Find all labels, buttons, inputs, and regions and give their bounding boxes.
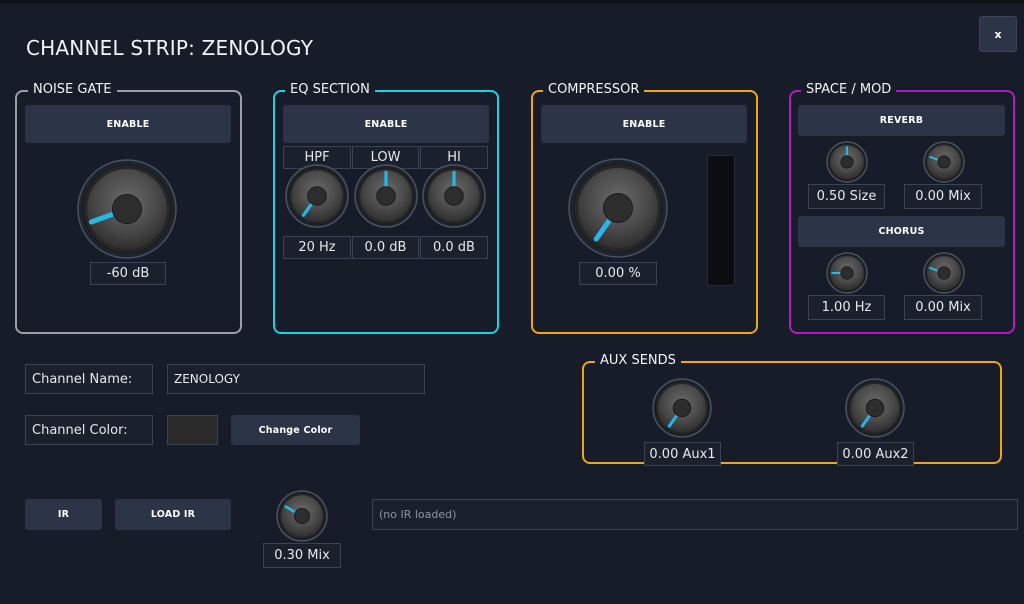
window-title: CHANNEL STRIP: ZENOLOGY bbox=[26, 36, 314, 60]
compressor-gain-reduction-meter bbox=[707, 155, 735, 286]
channel-name-input[interactable]: ZENOLOGY bbox=[167, 364, 425, 394]
knob-graphic bbox=[923, 252, 965, 294]
reverb-size-value: 0.50 Size bbox=[808, 184, 885, 209]
chorus-rate-value: 1.00 Hz bbox=[808, 295, 885, 320]
eq-low-value: 0.0 dB bbox=[352, 236, 419, 259]
change-color-button[interactable]: Change Color bbox=[231, 415, 360, 445]
eq-enable-button[interactable]: ENABLE bbox=[283, 105, 489, 143]
knob-graphic bbox=[652, 378, 712, 438]
compressor-enable-button[interactable]: ENABLE bbox=[541, 105, 747, 143]
aux2-value: 0.00 Aux2 bbox=[837, 442, 914, 466]
knob-graphic bbox=[422, 164, 486, 228]
compressor-legend: COMPRESSOR bbox=[543, 82, 645, 98]
eq-hi-knob[interactable] bbox=[422, 164, 486, 228]
channel-name-label: Channel Name: bbox=[25, 364, 153, 394]
channel-color-swatch[interactable] bbox=[167, 415, 218, 445]
close-button[interactable]: x bbox=[979, 16, 1017, 52]
noise-gate-enable-button[interactable]: ENABLE bbox=[25, 105, 231, 143]
chorus-button[interactable]: CHORUS bbox=[798, 216, 1005, 247]
aux-sends-legend: AUX SENDS bbox=[595, 353, 681, 369]
space-mod-legend: SPACE / MOD bbox=[801, 82, 897, 98]
noise-gate-legend: NOISE GATE bbox=[28, 82, 117, 98]
knob-graphic bbox=[77, 159, 177, 259]
reverb-button[interactable]: REVERB bbox=[798, 105, 1005, 136]
noise-gate-threshold-knob[interactable] bbox=[77, 159, 177, 259]
reverb-mix-value: 0.00 Mix bbox=[904, 184, 982, 209]
aux2-knob[interactable] bbox=[845, 378, 905, 438]
chorus-mix-value: 0.00 Mix bbox=[904, 295, 982, 320]
reverb-size-knob[interactable] bbox=[826, 141, 868, 183]
ir-mix-value: 0.30 Mix bbox=[263, 543, 341, 568]
knob-graphic bbox=[826, 252, 868, 294]
chorus-mix-knob[interactable] bbox=[923, 252, 965, 294]
channel-color-label: Channel Color: bbox=[25, 415, 153, 445]
aux1-value: 0.00 Aux1 bbox=[644, 442, 721, 466]
eq-hpf-value: 20 Hz bbox=[283, 236, 351, 259]
eq-hi-value: 0.0 dB bbox=[420, 236, 488, 259]
knob-graphic bbox=[285, 164, 349, 228]
chorus-rate-knob[interactable] bbox=[826, 252, 868, 294]
compressor-knob[interactable] bbox=[568, 158, 668, 258]
knob-graphic bbox=[276, 490, 328, 542]
aux1-knob[interactable] bbox=[652, 378, 712, 438]
knob-graphic bbox=[845, 378, 905, 438]
load-ir-button[interactable]: LOAD IR bbox=[115, 499, 231, 530]
knob-graphic bbox=[826, 141, 868, 183]
eq-section-legend: EQ SECTION bbox=[285, 82, 375, 98]
ir-mix-knob[interactable] bbox=[276, 490, 328, 542]
ir-status-field: (no IR loaded) bbox=[372, 499, 1018, 530]
knob-graphic bbox=[923, 141, 965, 183]
eq-low-knob[interactable] bbox=[354, 164, 418, 228]
knob-graphic bbox=[568, 158, 668, 258]
ir-button[interactable]: IR bbox=[25, 499, 102, 530]
eq-hpf-knob[interactable] bbox=[285, 164, 349, 228]
reverb-mix-knob[interactable] bbox=[923, 141, 965, 183]
compressor-value: 0.00 % bbox=[579, 262, 657, 285]
top-edge bbox=[0, 0, 1024, 3]
knob-graphic bbox=[354, 164, 418, 228]
noise-gate-value: -60 dB bbox=[90, 262, 166, 285]
